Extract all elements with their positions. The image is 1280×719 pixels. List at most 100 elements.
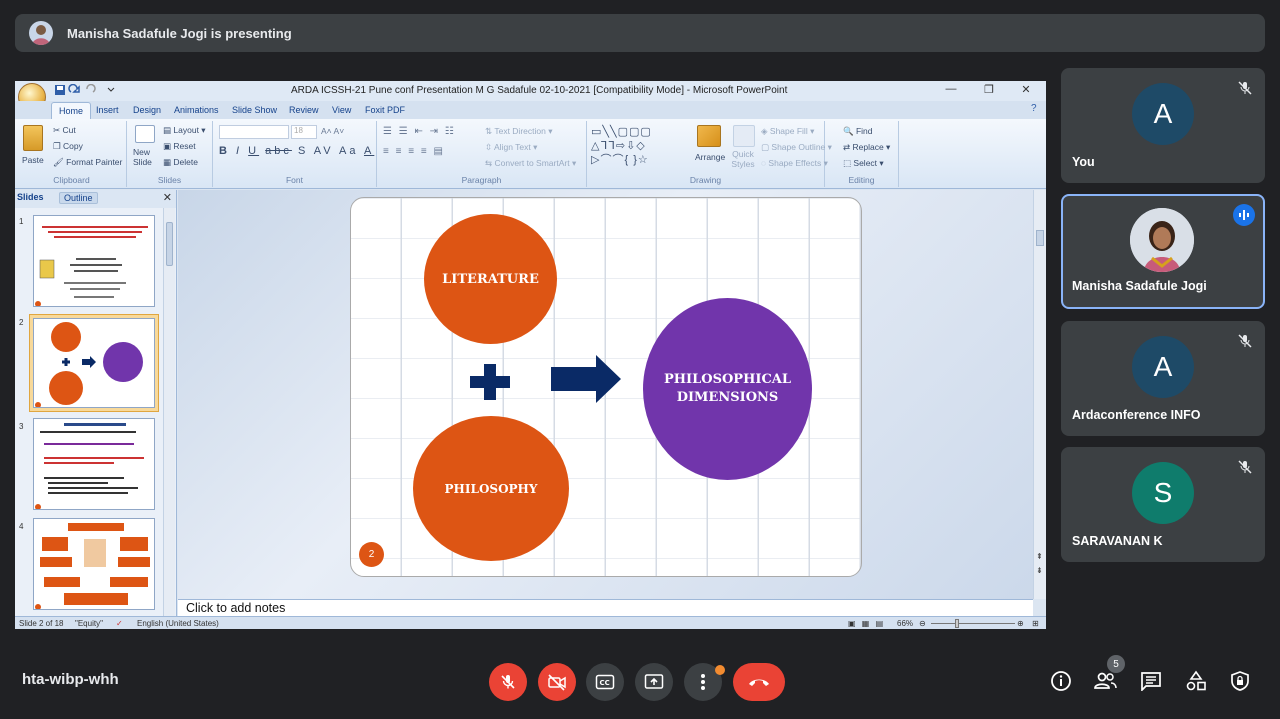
thumb-number: 2: [19, 318, 24, 327]
present-button[interactable]: [635, 663, 673, 701]
scroll-thumb[interactable]: [1036, 230, 1044, 246]
current-slide[interactable]: LITERATURE PHILOSOPHY PHILOSOPHICAL DIME…: [350, 197, 862, 577]
shield-lock-icon: [1231, 671, 1249, 691]
drawing-label: Drawing: [689, 175, 722, 185]
font-size-field[interactable]: 18: [291, 125, 317, 139]
zoom-slider[interactable]: [931, 623, 1015, 624]
participant-tile-ardaconference[interactable]: A Ardaconference INFO: [1061, 321, 1265, 436]
shape-effects-button[interactable]: ◌ Shape Effects ▾: [761, 158, 828, 169]
quick-styles-icon[interactable]: [733, 125, 755, 147]
participant-tile-you[interactable]: A You: [1061, 68, 1265, 183]
layout-button[interactable]: ▤ Layout ▾: [163, 125, 206, 136]
tab-animations[interactable]: Animations: [174, 105, 219, 115]
arrange-button[interactable]: Arrange: [695, 152, 725, 162]
tab-view[interactable]: View: [332, 105, 351, 115]
avatar: A: [1132, 83, 1194, 145]
zoom-out-icon[interactable]: ⊖: [919, 619, 926, 628]
notification-dot: [715, 665, 725, 675]
slide-thumbnail-4[interactable]: [33, 518, 155, 610]
shape-outline-button[interactable]: ▢ Shape Outline ▾: [761, 142, 832, 153]
ribbon: Paste ✂ Cut ❐ Copy 🖌 Format Painter Clip…: [15, 103, 1046, 189]
scroll-thumb[interactable]: [166, 222, 173, 266]
slides-panel-tabs: Slides Outline ✕: [15, 190, 176, 208]
select-button[interactable]: ⬚ Select ▾: [843, 158, 884, 169]
new-slide-icon[interactable]: [135, 125, 155, 143]
close-icon[interactable]: ✕: [1018, 83, 1034, 96]
philosophical-dimensions-circle[interactable]: PHILOSOPHICAL DIMENSIONS: [643, 298, 812, 480]
paste-icon[interactable]: [23, 125, 43, 151]
activities-icon: [1186, 670, 1206, 691]
font-name-field[interactable]: [219, 125, 289, 139]
close-panel-icon[interactable]: ✕: [163, 191, 172, 204]
paste-button[interactable]: Paste: [22, 155, 44, 165]
list-icons[interactable]: ☰ ☰ ⇤ ⇥ ☷: [383, 126, 456, 137]
mic-toggle-button[interactable]: [489, 663, 527, 701]
people-button[interactable]: [1092, 668, 1118, 694]
tab-outline[interactable]: Outline: [59, 192, 98, 204]
slide-2-preview: [35, 322, 143, 407]
slide-thumbnail-1[interactable]: [33, 215, 155, 307]
philosophy-circle[interactable]: PHILOSOPHY: [413, 416, 569, 561]
align-icons[interactable]: ≡ ≡ ≡ ≡ ▤: [383, 146, 445, 157]
meeting-code: hta-wibp-whh: [22, 671, 119, 688]
participant-name: SARAVANAN K: [1072, 534, 1163, 548]
format-painter-button[interactable]: 🖌 Format Painter: [53, 157, 122, 168]
cut-button[interactable]: ✂ Cut: [53, 125, 76, 136]
font-format-icons[interactable]: B I U abc S AV Aa A: [219, 145, 374, 157]
activities-button[interactable]: [1183, 668, 1209, 694]
quick-access-toolbar[interactable]: [53, 83, 123, 99]
text-direction-button[interactable]: ⇅ Text Direction ▾: [485, 126, 552, 137]
leave-call-button[interactable]: [733, 663, 785, 701]
slide-number-badge: 2: [359, 542, 384, 567]
participant-tile-saravanan[interactable]: S SARAVANAN K: [1061, 447, 1265, 562]
zoom-in-icon[interactable]: ⊕: [1017, 619, 1024, 628]
spellcheck-icon[interactable]: ✓: [116, 619, 123, 628]
replace-button[interactable]: ⇄ Replace ▾: [843, 142, 890, 153]
tab-slides[interactable]: Slides: [17, 192, 44, 202]
next-slide-icon[interactable]: ⇟: [1036, 566, 1043, 575]
quick-styles-button[interactable]: Quick Styles: [729, 149, 757, 169]
host-controls-button[interactable]: [1227, 668, 1253, 694]
align-text-button[interactable]: ⇳ Align Text ▾: [485, 142, 537, 153]
slide-thumbnail-3[interactable]: [33, 418, 155, 510]
participant-tile-presenter[interactable]: Manisha Sadafule Jogi: [1061, 194, 1265, 309]
reset-button[interactable]: ▣ Reset: [163, 141, 196, 152]
shapes-gallery[interactable]: ▭╲╲▢▢▢ △ᒣᒣ⇨⇩◇ ▷⌒⌒{ }☆: [591, 125, 652, 167]
chat-button[interactable]: [1138, 668, 1164, 694]
tab-review[interactable]: Review: [289, 105, 319, 115]
tab-design[interactable]: Design: [133, 105, 161, 115]
slide-thumbnail-2[interactable]: [33, 318, 155, 408]
restore-icon[interactable]: ❐: [981, 83, 997, 96]
delete-button[interactable]: ▦ Delete: [163, 157, 198, 168]
meeting-details-button[interactable]: [1048, 668, 1074, 694]
camera-toggle-button[interactable]: [538, 663, 576, 701]
status-bar: Slide 2 of 18 "Equity" ✓ English (United…: [15, 616, 1046, 629]
grow-font-icon[interactable]: A˄ A˅: [321, 126, 344, 136]
view-buttons[interactable]: ▣ ▦ ▤: [848, 619, 885, 628]
canvas-scrollbar[interactable]: ⇞ ⇟: [1033, 190, 1046, 599]
captions-button[interactable]: CC: [586, 663, 624, 701]
new-slide-button[interactable]: New Slide: [133, 147, 163, 167]
circle-text-line-1: PHILOSOPHICAL: [663, 372, 792, 387]
arrange-icon[interactable]: [697, 125, 721, 147]
convert-smartart-button[interactable]: ⇆ Convert to SmartArt ▾: [485, 158, 576, 169]
minimize-icon[interactable]: —: [943, 83, 959, 95]
tab-insert[interactable]: Insert: [96, 105, 119, 115]
people-icon: [1094, 672, 1117, 689]
tab-slide-show[interactable]: Slide Show: [232, 105, 277, 115]
slides-panel-scrollbar[interactable]: [163, 208, 175, 616]
tab-home[interactable]: Home: [51, 102, 92, 119]
zoom-slider-thumb[interactable]: [955, 619, 959, 628]
literature-circle[interactable]: LITERATURE: [424, 214, 557, 344]
clipboard-label: Clipboard: [53, 175, 90, 185]
captions-icon: CC: [595, 674, 615, 690]
speaking-indicator-icon: [1233, 204, 1255, 226]
help-icon[interactable]: ?: [1031, 103, 1037, 114]
prev-slide-icon[interactable]: ⇞: [1036, 552, 1043, 561]
shape-fill-button[interactable]: ◈ Shape Fill ▾: [761, 126, 814, 137]
find-button[interactable]: 🔍 Find: [843, 126, 873, 137]
copy-button[interactable]: ❐ Copy: [53, 141, 83, 152]
tab-foxit-pdf[interactable]: Foxit PDF: [365, 105, 405, 115]
fit-window-icon[interactable]: ⊞: [1032, 619, 1039, 628]
notes-pane[interactable]: Click to add notes: [178, 599, 1033, 616]
